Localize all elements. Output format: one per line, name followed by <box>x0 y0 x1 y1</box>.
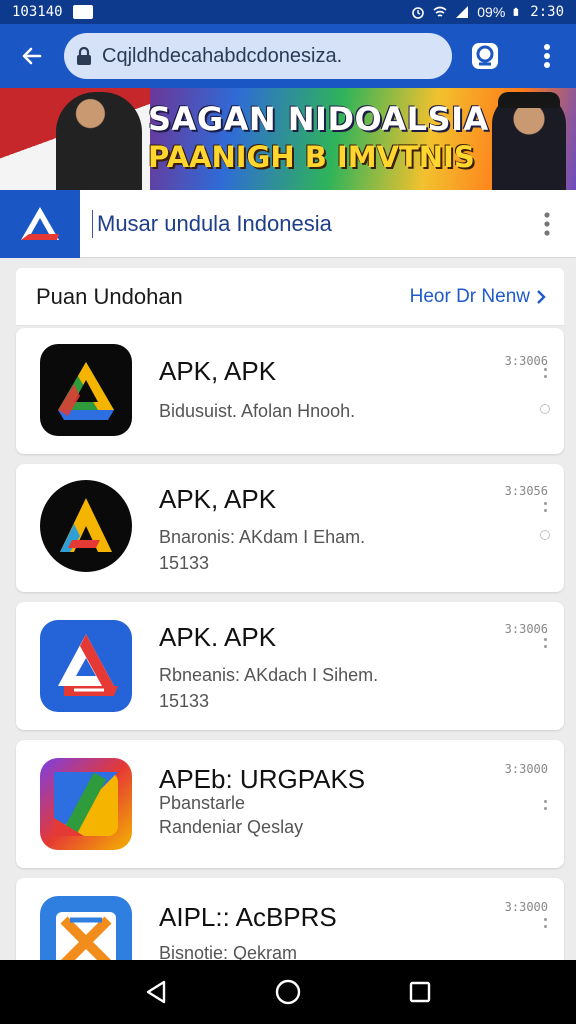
status-indicator <box>540 404 550 414</box>
url-text: Cqjldhdecahabdcdonesiza. <box>102 44 343 67</box>
status-icons: 09% 2:30 <box>411 4 564 20</box>
app-name: APK, APK <box>159 356 277 386</box>
status-bar: 103140 09% 2:30 <box>0 0 576 24</box>
nav-recents-button[interactable] <box>400 972 440 1012</box>
app-icon-a-circle <box>40 480 132 572</box>
logo-icon <box>21 206 59 240</box>
banner-cap-graphic <box>498 92 560 108</box>
battery-icon <box>513 7 519 16</box>
square-recents-icon <box>409 981 431 1003</box>
circle-home-icon <box>275 979 301 1005</box>
status-indicator <box>540 530 550 540</box>
back-button[interactable] <box>0 24 64 88</box>
site-menu-button[interactable] <box>518 211 576 236</box>
browser-toolbar: Cqjldhdecahabdcdonesiza. <box>0 24 576 88</box>
lock-icon <box>77 47 91 65</box>
app-version: 15133 <box>159 553 210 573</box>
see-more-label: Heor Dr Nenw <box>409 285 530 307</box>
app-icon-colorful-z <box>40 758 132 850</box>
tab-switcher-button[interactable] <box>452 24 518 88</box>
back-arrow-icon <box>22 47 42 65</box>
app-description: Rbneanis: AKdach I Sihem. <box>159 665 379 685</box>
banner-subheadline: PAANIGH B IMVTNIS <box>148 140 475 174</box>
item-menu-button[interactable] <box>540 796 550 814</box>
header-divider <box>92 209 93 238</box>
section-title: Puan Undohan <box>36 283 183 309</box>
tab-switcher-icon <box>472 43 498 69</box>
app-description: Bnaronis: AKdam I Eham. <box>159 527 366 547</box>
app-name: APK, APK <box>159 484 277 514</box>
item-menu-button[interactable] <box>540 364 550 382</box>
alarm-icon <box>412 7 425 19</box>
nav-back-button[interactable] <box>136 972 176 1012</box>
see-more-link[interactable]: Heor Dr Nenw <box>410 286 546 308</box>
app-name: AIPL:: AcBPRS <box>159 902 337 932</box>
signal-icon <box>456 6 469 18</box>
app-description: Pbanstarle <box>159 793 246 813</box>
triangle-back-icon <box>146 980 166 1004</box>
app-list-item[interactable]: APK. APK Rbneanis: AKdach I Sihem. 15133… <box>16 602 564 730</box>
chevron-right-icon <box>537 289 546 304</box>
item-menu-button[interactable] <box>540 498 550 516</box>
battery-percent: 09% <box>477 4 506 20</box>
more-vert-icon <box>544 211 550 236</box>
app-name: APK. APK <box>159 622 277 652</box>
app-list-item[interactable]: APK, APK Bnaronis: AKdam I Eham. 15133 3… <box>16 464 564 592</box>
app-size: 3:3056 <box>504 484 548 498</box>
item-menu-button[interactable] <box>540 634 550 652</box>
message-notification-icon <box>72 5 93 19</box>
wifi-icon <box>433 6 447 17</box>
section-header: Puan Undohan Heor Dr Nenw <box>16 268 564 326</box>
app-list-item[interactable]: APEb: URGPAKS Pbanstarle Randeniar Qesla… <box>16 740 564 868</box>
app-version: 15133 <box>159 691 210 711</box>
banner-headline: SAGAN NIDOALSIA <box>148 100 489 138</box>
system-navigation-bar <box>0 960 576 1024</box>
more-vert-icon <box>544 44 550 68</box>
app-icon-drive <box>40 344 132 436</box>
site-title: Musar undula Indonesia <box>97 210 332 236</box>
banner-person-right <box>492 94 566 190</box>
browser-menu-button[interactable] <box>518 24 576 88</box>
banner-person-left <box>56 92 142 190</box>
nav-home-button[interactable] <box>268 972 308 1012</box>
site-header: Musar undula Indonesia <box>0 189 576 258</box>
app-size: 3:3000 <box>504 762 548 776</box>
app-description: Bidusuist. Afolan Hnooh. <box>159 401 356 421</box>
promo-banner[interactable]: SAGAN NIDOALSIA PAANIGH B IMVTNIS <box>0 88 576 190</box>
app-list-item[interactable]: APK, APK Bidusuist. Afolan Hnooh. 3:3006 <box>16 328 564 454</box>
address-bar[interactable]: Cqjldhdecahabdcdonesiza. <box>64 33 452 79</box>
item-menu-button[interactable] <box>540 914 550 932</box>
app-icon-triangle-red <box>40 620 132 712</box>
status-clock: 2:30 <box>530 4 564 20</box>
site-logo[interactable] <box>0 189 80 258</box>
app-size: 3:3000 <box>504 900 548 914</box>
status-time: 103140 <box>12 4 63 20</box>
app-subtitle: Randeniar Qeslay <box>159 817 304 837</box>
